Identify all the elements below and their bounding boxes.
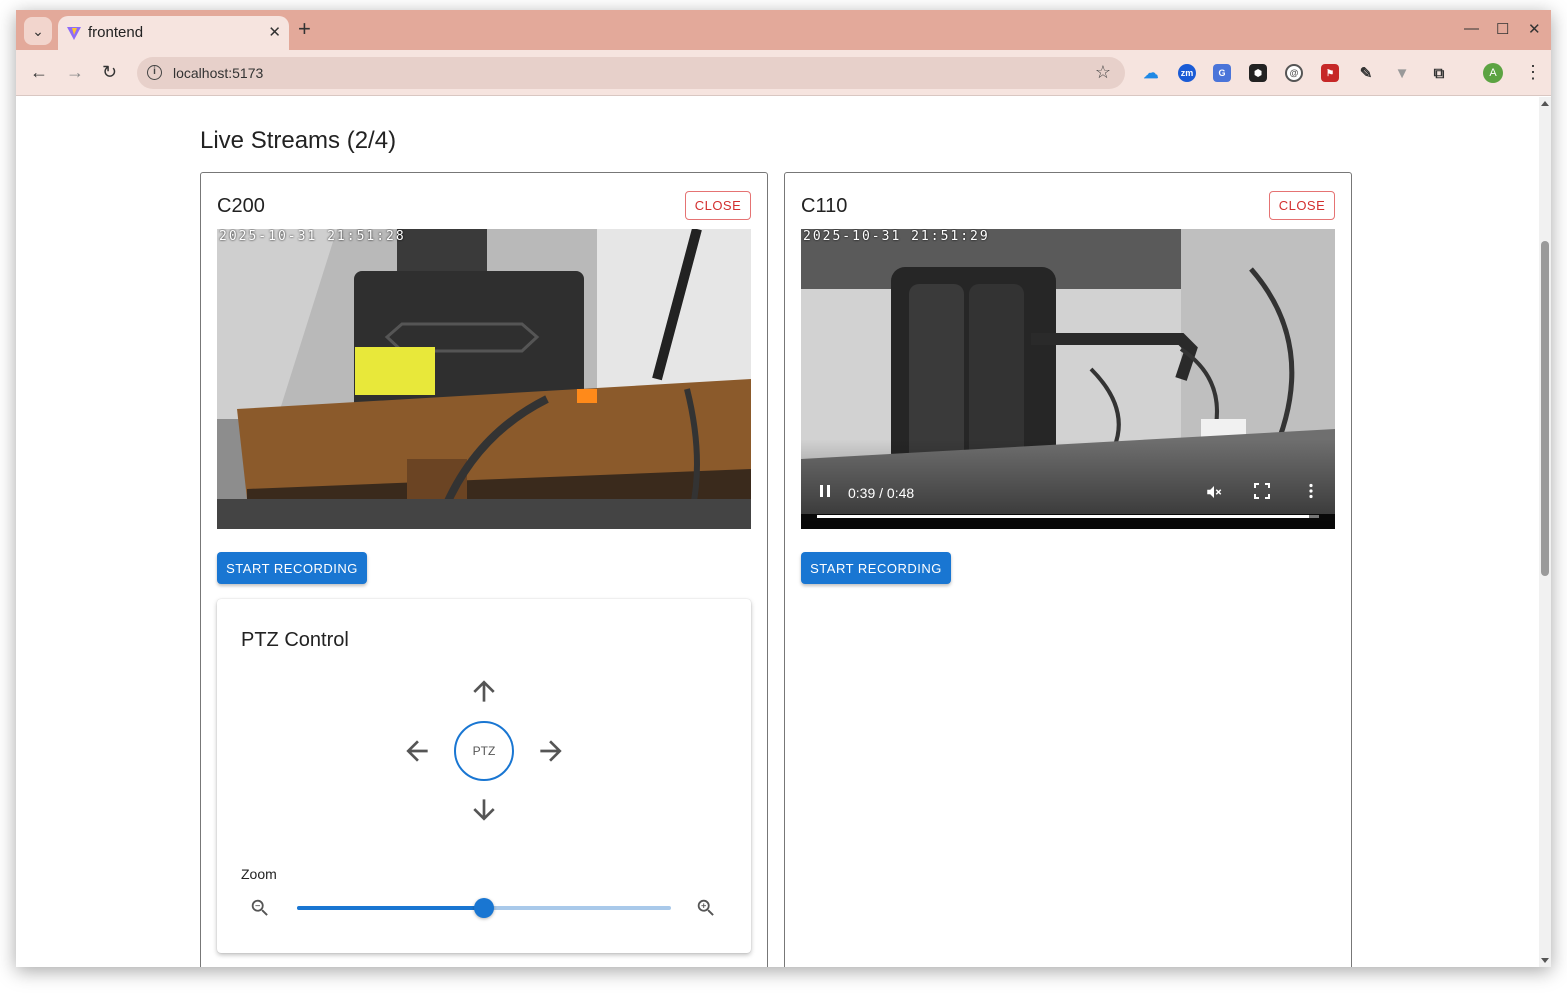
zoom-slider-thumb[interactable]	[474, 898, 494, 918]
vue-devtools-icon[interactable]: ▼	[1393, 64, 1411, 82]
page-content: Live Streams (2/4) C200 CLOSE 2025-10-31…	[16, 97, 1539, 967]
zoom-out-icon[interactable]	[249, 897, 271, 919]
fullscreen-icon[interactable]	[1254, 483, 1270, 499]
page-scrollbar[interactable]	[1539, 97, 1551, 967]
stream-video[interactable]: 2025-10-31 21:51:29 0:39 / 0:48	[801, 229, 1335, 529]
new-tab-icon[interactable]: +	[298, 18, 311, 40]
window-close-icon[interactable]: ✕	[1528, 20, 1541, 38]
stream-video[interactable]: 2025-10-31 21:51:28	[217, 229, 751, 529]
arrow-up-icon[interactable]	[468, 675, 500, 707]
site-info-icon[interactable]: i	[147, 65, 162, 80]
url-text[interactable]: localhost:5173	[173, 65, 263, 81]
red-extension-icon[interactable]: ⚑	[1321, 64, 1339, 82]
scroll-up-icon[interactable]	[1541, 101, 1549, 106]
scroll-down-icon[interactable]	[1541, 958, 1549, 963]
tab-bar: ⌄ frontend ✕ + — ☐ ✕	[16, 10, 1551, 50]
stream-title: C110	[801, 195, 848, 217]
profile-avatar[interactable]: A	[1483, 63, 1503, 83]
video-timestamp: 2025-10-31 21:51:29	[803, 229, 990, 244]
forward-icon[interactable]: →	[66, 62, 84, 83]
vite-logo-icon	[67, 27, 81, 40]
arrow-down-icon[interactable]	[468, 794, 500, 826]
pause-icon[interactable]	[817, 483, 833, 499]
browser-toolbar: ← → ↻ i localhost:5173 ☆ ☁ zm G ⬢ @ ⚑ ✎ …	[16, 50, 1551, 96]
password-extension-icon[interactable]: @	[1285, 64, 1303, 82]
reload-icon[interactable]: ↻	[102, 62, 117, 83]
close-button[interactable]: CLOSE	[685, 191, 751, 220]
start-recording-button[interactable]: START RECORDING	[801, 552, 951, 584]
arrow-right-icon[interactable]	[535, 735, 567, 767]
ptz-center-button[interactable]: PTZ	[454, 721, 514, 781]
address-bar[interactable]: i localhost:5173 ☆	[137, 57, 1125, 89]
more-options-icon[interactable]	[1303, 483, 1319, 499]
browser-menu-icon[interactable]: ⋮	[1524, 62, 1542, 83]
video-controls: 0:39 / 0:48	[801, 439, 1335, 529]
video-time: 0:39 / 0:48	[848, 485, 915, 501]
maximize-icon[interactable]: ☐	[1496, 20, 1509, 38]
tab-search-button[interactable]: ⌄	[24, 17, 52, 45]
camera-feed-image	[217, 229, 751, 529]
tab-close-icon[interactable]: ✕	[268, 23, 281, 41]
zoom-extension-icon[interactable]: zm	[1178, 64, 1196, 82]
tab-title: frontend	[88, 24, 144, 41]
hexagon-extension-icon[interactable]: ⬢	[1249, 64, 1267, 82]
stream-card-c200: C200 CLOSE 2025-10-31 21:51:28 START REC…	[200, 172, 768, 967]
zoom-slider-fill	[297, 906, 484, 910]
browser-tab[interactable]: frontend ✕	[58, 16, 289, 50]
video-progress-fill	[817, 515, 1309, 518]
muted-volume-icon[interactable]	[1205, 483, 1223, 501]
minimize-icon[interactable]: —	[1464, 20, 1479, 37]
translate-extension-icon[interactable]: G	[1213, 64, 1231, 82]
ptz-panel: PTZ Control PTZ Zoom	[217, 599, 751, 953]
zoom-slider[interactable]	[297, 898, 671, 918]
cloud-extension-icon[interactable]: ☁	[1142, 64, 1160, 82]
zoom-in-icon[interactable]	[695, 897, 717, 919]
eyedropper-extension-icon[interactable]: ✎	[1357, 64, 1375, 82]
video-timestamp: 2025-10-31 21:51:28	[219, 229, 406, 244]
video-progress-bar[interactable]	[817, 515, 1319, 518]
arrow-left-icon[interactable]	[401, 735, 433, 767]
scrollbar-thumb[interactable]	[1541, 241, 1549, 576]
start-recording-button[interactable]: START RECORDING	[217, 552, 367, 584]
stream-card-c110: C110 CLOSE 2025-10-31 21:51:29 0:39 / 0:…	[784, 172, 1352, 967]
ptz-title: PTZ Control	[241, 629, 349, 651]
page-title: Live Streams (2/4)	[200, 127, 397, 154]
extensions-puzzle-icon[interactable]: ⧉	[1430, 64, 1448, 82]
stream-title: C200	[217, 195, 265, 217]
zoom-label: Zoom	[241, 866, 277, 882]
browser-window: ⌄ frontend ✕ + — ☐ ✕ ← → ↻ i localhost:5…	[16, 10, 1551, 967]
bookmark-star-icon[interactable]: ☆	[1095, 62, 1111, 83]
close-button[interactable]: CLOSE	[1269, 191, 1335, 220]
back-icon[interactable]: ←	[30, 62, 48, 83]
